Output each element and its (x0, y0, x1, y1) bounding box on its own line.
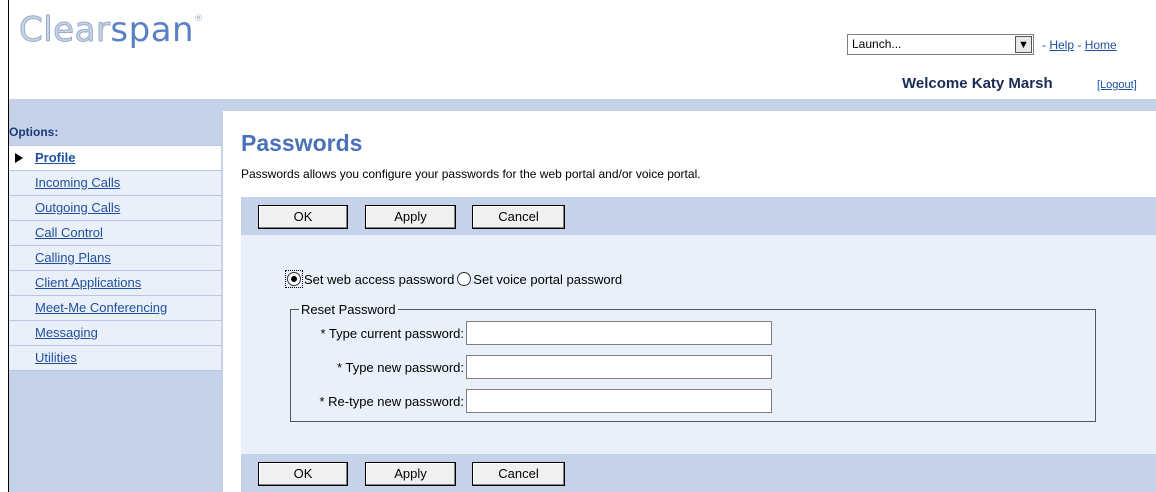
radio-checked-icon[interactable] (287, 272, 301, 286)
apply-button[interactable]: Apply (365, 205, 456, 229)
radio-unchecked-icon[interactable] (457, 272, 472, 286)
sidebar-item-label[interactable]: Profile (35, 150, 75, 165)
bottom-button-bar: OK Apply Cancel (241, 454, 1156, 492)
current-password-row: * Type current password: (291, 321, 772, 345)
top-links: - Help - Home (1042, 38, 1117, 52)
sidebar-item-utilities[interactable]: Utilities (9, 346, 221, 371)
launch-select[interactable]: Launch... ▼ (847, 34, 1034, 55)
cancel-button[interactable]: Cancel (472, 205, 565, 229)
sidebar-item-calling-plans[interactable]: Calling Plans (9, 246, 221, 271)
sidebar-item-label[interactable]: Meet-Me Conferencing (35, 300, 167, 315)
ok-button[interactable]: OK (258, 205, 348, 229)
sidebar-item-incoming-calls[interactable]: Incoming Calls (9, 171, 221, 196)
cancel-button[interactable]: Cancel (472, 462, 565, 486)
page-title: Passwords (241, 130, 363, 156)
new-password-input[interactable] (466, 355, 772, 379)
sidebar-item-outgoing-calls[interactable]: Outgoing Calls (9, 196, 221, 221)
apply-button[interactable]: Apply (365, 462, 456, 486)
launch-select-value: Launch... (852, 37, 902, 51)
sidebar-item-call-control[interactable]: Call Control (9, 221, 221, 246)
page-description: Passwords allows you configure your pass… (241, 167, 701, 181)
current-password-label: * Type current password: (320, 325, 464, 341)
options-title: Options: (9, 125, 59, 139)
top-button-bar: OK Apply Cancel (241, 197, 1156, 235)
sidebar-item-profile[interactable]: Profile (9, 146, 221, 171)
radio-web-access[interactable] (285, 270, 303, 288)
retype-password-input[interactable] (466, 389, 772, 413)
sidebar-item-label[interactable]: Client Applications (35, 275, 141, 290)
password-form: Set web access password Set voice portal… (241, 235, 1156, 454)
radio-web-access-label[interactable]: Set web access password (304, 272, 454, 287)
retype-password-label: * Re-type new password: (319, 393, 464, 409)
sidebar: Options: Profile Incoming Calls Outgoing… (9, 111, 223, 492)
sidebar-item-meet-me-conferencing[interactable]: Meet-Me Conferencing (9, 296, 221, 321)
welcome-text: Welcome Katy Marsh (902, 75, 1053, 92)
sidebar-item-label[interactable]: Call Control (35, 225, 103, 240)
help-link[interactable]: Help (1049, 38, 1074, 52)
sidebar-item-client-applications[interactable]: Client Applications (9, 271, 221, 296)
sidebar-item-label[interactable]: Utilities (35, 350, 77, 365)
portal-frame: Clearspan® Launch... ▼ - Help - Home Wel… (8, 0, 1156, 492)
reset-password-group: Reset Password * Type current password: … (290, 302, 1096, 422)
new-password-row: * Type new password: (291, 355, 772, 379)
header-divider (9, 99, 1156, 111)
retype-password-row: * Re-type new password: (291, 389, 772, 413)
logout-link[interactable]: [Logout] (1097, 79, 1137, 91)
sidebar-item-messaging[interactable]: Messaging (9, 321, 221, 346)
options-menu: Profile Incoming Calls Outgoing Calls Ca… (9, 145, 221, 371)
chevron-down-icon[interactable]: ▼ (1015, 36, 1032, 53)
radio-voice-portal[interactable] (457, 272, 472, 286)
radio-voice-portal-label[interactable]: Set voice portal password (473, 272, 622, 287)
new-password-label: * Type new password: (337, 359, 464, 375)
current-page-arrow-icon (15, 153, 23, 163)
sidebar-item-label[interactable]: Calling Plans (35, 250, 111, 265)
password-type-selector: Set web access password Set voice portal… (285, 270, 622, 288)
current-password-input[interactable] (466, 321, 772, 345)
clearspan-logo: Clearspan® (18, 10, 204, 51)
ok-button[interactable]: OK (258, 462, 348, 486)
reset-password-legend: Reset Password (299, 302, 398, 317)
home-link[interactable]: Home (1085, 38, 1117, 52)
sidebar-item-label[interactable]: Messaging (35, 325, 98, 340)
sidebar-item-label[interactable]: Incoming Calls (35, 175, 120, 190)
sidebar-item-label[interactable]: Outgoing Calls (35, 200, 120, 215)
